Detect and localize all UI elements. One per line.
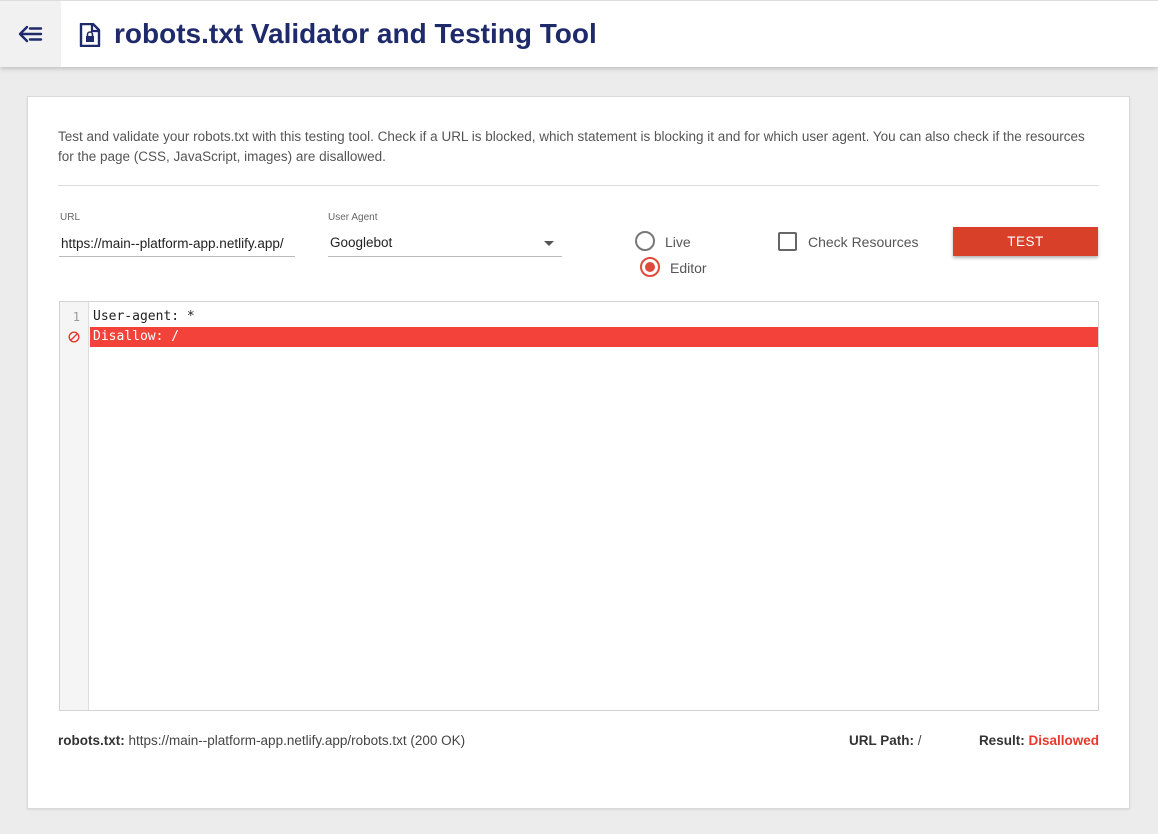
chevron-down-icon — [544, 241, 554, 246]
robots-editor[interactable]: 1 User-agent: * Disallow: / — [59, 301, 1099, 711]
radio-live[interactable] — [635, 231, 655, 251]
code-line[interactable]: User-agent: * — [90, 307, 1098, 327]
user-agent-value: Googlebot — [330, 235, 393, 250]
url-input[interactable] — [59, 230, 295, 257]
radio-live-label: Live — [665, 234, 691, 250]
check-resources-checkbox[interactable] — [778, 232, 797, 251]
code-line-blocked[interactable]: Disallow: / — [90, 327, 1098, 347]
blocked-marker — [60, 327, 88, 347]
url-path: URL Path: / — [849, 731, 922, 750]
url-path-value: / — [917, 733, 922, 748]
back-button[interactable] — [0, 1, 61, 67]
user-agent-label: User Agent — [328, 212, 378, 223]
divider — [58, 185, 1099, 186]
url-label: URL — [60, 212, 81, 223]
page-title: robots.txt Validator and Testing Tool — [114, 18, 597, 49]
arrow-back-menu-icon — [18, 25, 42, 43]
locked-document-icon — [79, 23, 101, 47]
result: Result: Disallowed — [979, 731, 1099, 750]
top-bar: robots.txt Validator and Testing Tool — [0, 0, 1158, 67]
robots-source-value: https://main--platform-app.netlify.app/r… — [128, 733, 466, 748]
robots-source: robots.txt: https://main--platform-app.n… — [58, 731, 468, 750]
url-path-label: URL Path: — [849, 733, 915, 748]
test-button[interactable]: TEST — [953, 227, 1098, 256]
line-number: 1 — [72, 310, 80, 324]
robots-source-label: robots.txt: — [58, 733, 125, 748]
editor-gutter: 1 — [60, 302, 89, 710]
blocked-circle-icon — [68, 331, 80, 343]
user-agent-select[interactable]: Googlebot — [328, 230, 562, 257]
result-value: Disallowed — [1028, 733, 1099, 748]
validator-card: Test and validate your robots.txt with t… — [27, 96, 1130, 809]
tool-description: Test and validate your robots.txt with t… — [58, 129, 1085, 164]
result-label: Result: — [978, 733, 1025, 748]
radio-editor-label: Editor — [670, 260, 707, 276]
check-resources-label: Check Resources — [808, 234, 919, 250]
radio-editor[interactable] — [640, 257, 660, 277]
